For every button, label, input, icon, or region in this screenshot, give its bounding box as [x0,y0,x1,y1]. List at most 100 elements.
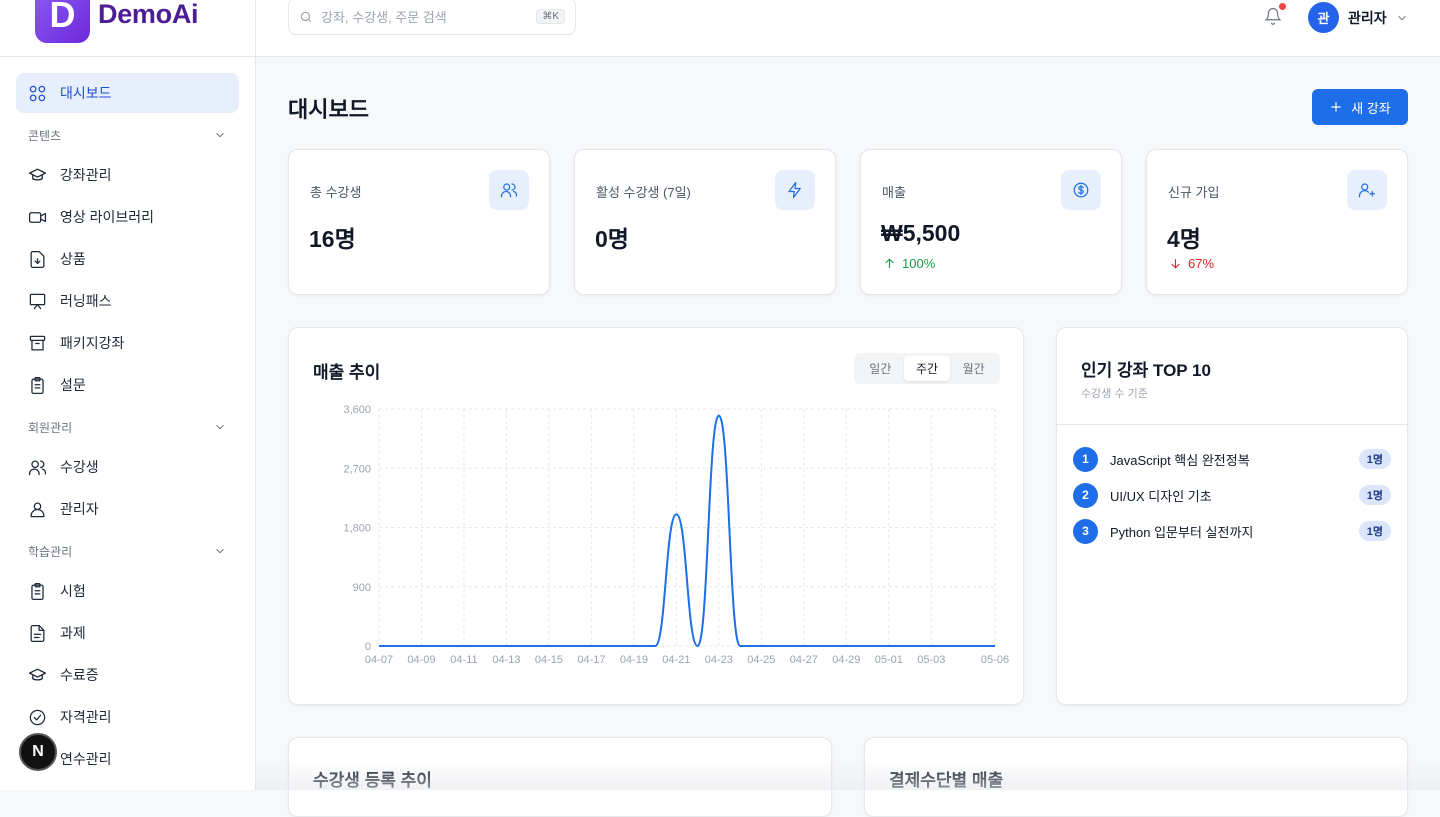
logo[interactable]: D DemoAi [35,0,199,43]
new-course-label: 새 강좌 [1351,100,1391,116]
x-tick-label: 04-23 [705,654,733,666]
top-courses-list: 1 JavaScript 핵심 완전정복 1명 2 UI/UX 디자인 기초 1… [1073,441,1391,549]
series-line [379,414,995,648]
section-label: 회원관리 [28,420,73,435]
sidebar-item-students[interactable]: 수강생 [16,447,239,487]
sidebar-item-admins[interactable]: 관리자 [16,489,239,529]
y-tick-label: 1,800 [343,523,371,535]
dollar-icon [1073,182,1089,198]
rank-badge: 1 [1073,446,1098,472]
topbar: 강좌, 수강생, 주문 검색 ⌘K 관 관리자 [256,0,1440,57]
page-title: 대시보드 [288,97,369,122]
sidebar-item-learning-path[interactable]: 러닝패스 [16,281,239,321]
sidebar-item-package-courses[interactable]: 패키지강좌 [16,323,239,363]
stat-value: 16명 [309,226,356,252]
users-icon [28,460,47,475]
stat-change-value: 67% [1188,256,1215,271]
stat-change: 67% [1169,256,1214,271]
x-tick-label: 05-01 [875,654,903,666]
sidebar-item-label: 수료증 [60,667,99,683]
users-icon [500,183,518,198]
x-tick-label: 04-13 [492,654,520,666]
search-placeholder: 강좌, 수강생, 주문 검색 [321,10,447,25]
sidebar-item-dashboard[interactable]: 대시보드 [16,73,239,113]
revenue-line-chart: 0 900 1,800 2,700 3,600 04-07 04-09 04-11 04-13 0… [343,404,1009,666]
enrollment-count: 1명 [1358,449,1391,469]
revenue-chart-card: 매출 추이 일간 주간 월간 0 900 1,800 2,700 3,600 04-07 0… [288,327,1024,705]
chevron-down-icon [216,132,224,138]
x-tick-label: 04-25 [747,654,775,666]
graduation-cap-icon [28,668,47,680]
stat-value: 4명 [1167,226,1201,252]
x-tick-label: 04-27 [790,654,818,666]
stat-card-revenue: 매출 ₩5,500 100% [860,149,1122,295]
stat-value: ₩5,500 [881,220,961,246]
x-tick-label: 04-21 [662,654,690,666]
user-menu[interactable]: 관 관리자 [1308,2,1409,33]
sidebar-section-content[interactable]: 콘텐츠 [16,115,239,155]
y-tick-label: 900 [353,582,371,594]
chevron-down-icon [216,548,224,554]
sidebar-item-label: 과제 [60,625,86,641]
notification-button[interactable] [1264,3,1286,27]
sidebar-section-learning[interactable]: 학습관리 [16,531,239,571]
clipboard-icon [31,582,44,600]
file-text-icon [30,624,45,642]
sidebar-item-exams[interactable]: 시험 [16,571,239,611]
stat-icon-box [775,170,815,210]
chevron-down-icon [1397,15,1406,20]
plus-icon [1331,102,1341,112]
sidebar-item-survey[interactable]: 설문 [16,365,239,405]
sidebar-item-certificates[interactable]: 수료증 [16,655,239,695]
enrollment-trend-card: 수강생 등록 추이 [288,737,832,817]
payment-method-card: 결제수단별 매출 [864,737,1408,817]
x-tick-label: 04-19 [620,654,648,666]
sidebar-item-assignments[interactable]: 과제 [16,613,239,653]
sidebar-item-label: 러닝패스 [60,293,112,309]
rank-badge: 2 [1073,482,1098,508]
sidebar-item-products[interactable]: 상품 [16,239,239,279]
x-tick-label: 04-07 [365,654,393,666]
notification-dot [1279,3,1286,10]
chevron-down-icon [216,424,224,430]
list-item[interactable]: 2 UI/UX 디자인 기초 1명 [1073,477,1391,513]
list-item[interactable]: 3 Python 입문부터 실전까지 1명 [1073,513,1391,549]
next-dev-badge[interactable]: N [19,733,57,771]
x-tick-label: 05-03 [917,654,945,666]
enrollment-count: 1명 [1358,521,1391,541]
stat-icon-box [1061,170,1101,210]
clipboard-icon [31,376,44,394]
sidebar-item-label: 대시보드 [60,85,112,101]
new-course-button[interactable]: 새 강좌 [1312,89,1408,125]
sidebar-item-label: 영상 라이브러리 [60,209,155,225]
sidebar-item-video-library[interactable]: 영상 라이브러리 [16,197,239,237]
stat-label: 매출 [882,185,906,200]
top-courses-subtitle: 수강생 수 기준 [1081,388,1148,400]
sidebar-item-label: 연수관리 [60,751,112,767]
sidebar-item-qualifications[interactable]: 자격관리 [16,697,239,737]
search-input[interactable]: 강좌, 수강생, 주문 검색 ⌘K [288,0,576,35]
x-tick-label: 04-29 [832,654,860,666]
sidebar-item-label: 강좌관리 [60,167,112,183]
top-courses-card: 인기 강좌 TOP 10 수강생 수 기준 1 JavaScript 핵심 완전… [1056,327,1408,705]
top-courses-divider [1057,424,1407,425]
x-tick-label: 04-11 [450,654,477,666]
sidebar-item-label: 상품 [60,251,86,267]
logo-mark: D [35,0,90,43]
rank-badge: 3 [1073,518,1098,544]
x-tick-label: 04-15 [535,654,563,666]
user-name: 관리자 [1348,9,1387,26]
course-name: Python 입문부터 실전까지 [1110,524,1254,540]
sidebar-item-courses[interactable]: 강좌관리 [16,155,239,195]
sidebar-item-label: 설문 [60,377,86,393]
sidebar-item-label: 자격관리 [60,709,112,725]
sidebar-item-label: 패키지강좌 [60,335,125,351]
arrow-up-icon [885,258,894,268]
presentation-icon [29,293,46,309]
list-item[interactable]: 1 JavaScript 핵심 완전정복 1명 [1073,441,1391,477]
course-name: UI/UX 디자인 기초 [1110,488,1212,504]
sidebar-section-members[interactable]: 회원관리 [16,407,239,447]
y-tick-label: 0 [365,641,371,653]
user-icon [30,502,45,517]
stat-card-new-signups: 신규 가입 4명 67% [1146,149,1408,295]
